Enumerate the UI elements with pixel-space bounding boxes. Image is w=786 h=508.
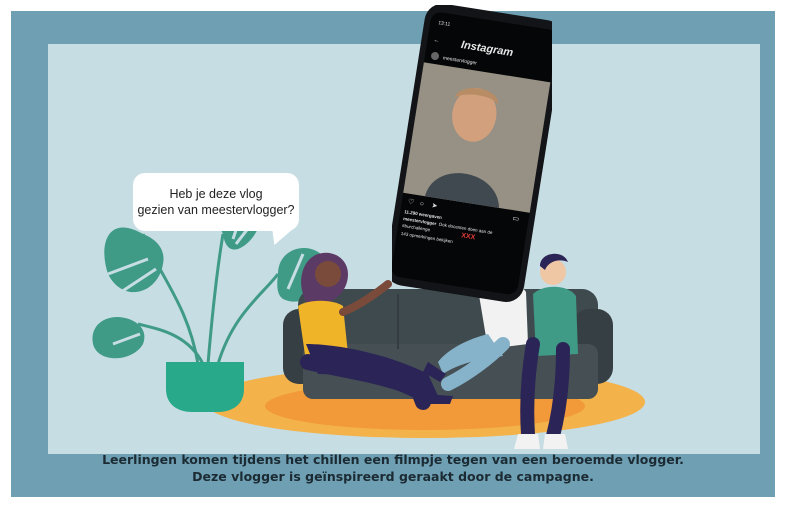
caption-line-2: Deze vlogger is geïnspireerd geraakt doo…: [192, 469, 594, 484]
speech-line-2: gezien van meestervlogger?: [137, 203, 295, 217]
plant-pot: [166, 362, 244, 412]
back-arrow-icon[interactable]: ←: [433, 38, 440, 45]
smartphone: 13:11 ← Instagram meestervlogger ♡ ○ ➤ ▭…: [392, 5, 552, 302]
heart-icon[interactable]: ♡: [407, 198, 414, 207]
share-icon[interactable]: ➤: [431, 202, 438, 210]
caption: Leerlingen komen tijdens het chillen een…: [11, 451, 775, 485]
bookmark-icon[interactable]: ▭: [512, 215, 520, 223]
caption-line-1: Leerlingen komen tijdens het chillen een…: [102, 452, 684, 467]
speech-line-1: Heb je deze vlog: [169, 187, 263, 201]
speech-bubble: Heb je deze vlog gezien van meestervlogg…: [133, 173, 299, 231]
